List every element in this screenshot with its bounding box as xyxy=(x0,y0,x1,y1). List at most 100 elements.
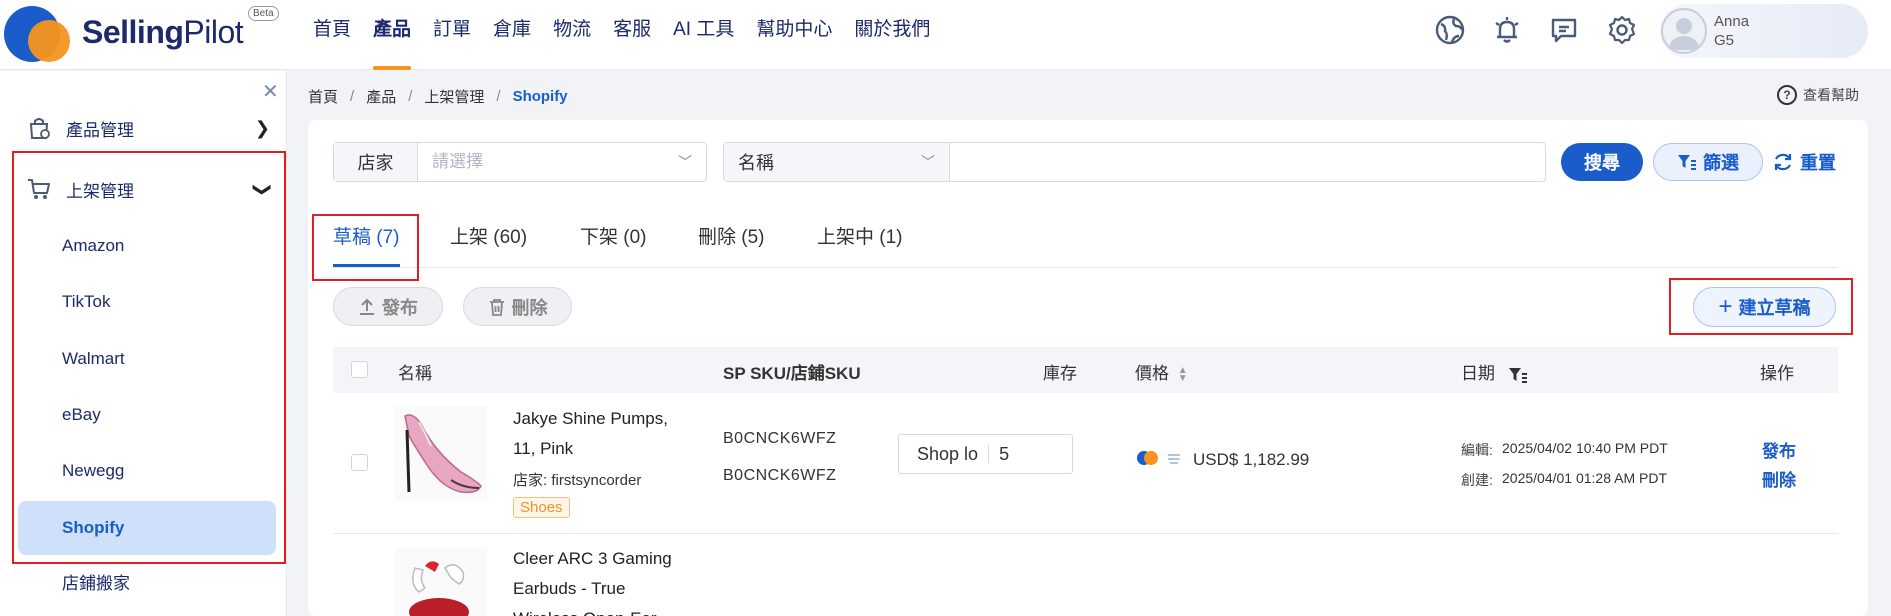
name-field-select[interactable]: 名稱 ﹀ xyxy=(724,143,950,181)
trash-icon xyxy=(489,298,504,316)
tab-deleted[interactable]: 刪除 (5) xyxy=(698,222,765,249)
filter-label: 篩選 xyxy=(1703,153,1739,173)
sp-sku: B0CNCK6WFZ xyxy=(723,430,837,447)
nav-warehouse[interactable]: 倉庫 xyxy=(482,0,542,70)
bell-icon[interactable] xyxy=(1491,14,1523,46)
product-title-line: Cleer ARC 3 Gaming xyxy=(513,549,672,568)
product-title-line: Jakye Shine Pumps, xyxy=(513,409,668,428)
store-select[interactable]: 店家 請選擇 ﹀ xyxy=(333,142,707,182)
search-button[interactable]: 搜尋 xyxy=(1561,143,1643,181)
chevron-down-icon: ﹀ xyxy=(921,154,935,170)
product-title[interactable]: Cleer ARC 3 Gaming Earbuds - True Wirele… xyxy=(513,544,672,616)
breadcrumb-separator: / xyxy=(496,88,501,105)
product-title-line: Wireless Open-Ear xyxy=(513,604,672,616)
user-name-text: Anna xyxy=(1714,13,1750,30)
question-icon: ? xyxy=(1777,85,1797,105)
product-title-line: 11, Pink xyxy=(513,439,574,458)
nav-logistics[interactable]: 物流 xyxy=(542,0,602,70)
status-tabs: 草稿 (7) 上架 (60) 下架 (0) 刪除 (5) 上架中 (1) xyxy=(333,208,1838,268)
product-price: USD$ 1,182.99 xyxy=(1193,450,1310,469)
beta-badge: Beta xyxy=(248,6,279,21)
created-date: 2025/04/01 01:28 AM PDT xyxy=(1502,470,1667,486)
breadcrumb-home[interactable]: 首頁 xyxy=(308,86,338,107)
price-history-icon[interactable] xyxy=(1166,451,1182,465)
product-title-line: Earbuds - True xyxy=(513,579,626,598)
chevron-right-icon: ❯ xyxy=(254,117,270,138)
store-sku: B0CNCK6WFZ xyxy=(723,467,837,484)
edited-date: 2025/04/02 10:40 PM PDT xyxy=(1502,440,1668,456)
sidebar-label: 產品管理 xyxy=(66,120,134,140)
tab-listing-in-progress[interactable]: 上架中 (1) xyxy=(817,222,903,249)
highlight-box-sidebar xyxy=(12,151,286,564)
logo-mark-accent xyxy=(28,20,70,62)
tab-delisted[interactable]: 下架 (0) xyxy=(580,222,647,249)
store-label: 店家 xyxy=(334,143,418,181)
breadcrumb: 首頁 / 產品 / 上架管理 / Shopify xyxy=(308,86,568,107)
stock-qty: 5 xyxy=(999,443,1010,464)
help-label: 查看幫助 xyxy=(1803,87,1859,103)
header-sku: SP SKU/店鋪SKU xyxy=(723,364,861,383)
logo-text: SellingPilot xyxy=(82,14,244,50)
header-price[interactable]: 價格 ▲ ▼ xyxy=(1135,359,1188,384)
store-placeholder: 請選擇 xyxy=(432,152,483,171)
product-store: 店家: firstsyncorder xyxy=(513,472,642,489)
header-ops: 操作 xyxy=(1760,364,1794,383)
nav-customer-service[interactable]: 客服 xyxy=(602,0,662,70)
row-checkbox[interactable] xyxy=(351,454,368,471)
top-header: SellingPilot Beta 首頁 產品 訂單 倉庫 物流 客服 AI 工… xyxy=(0,0,1891,70)
price-label: 價格 xyxy=(1135,364,1169,383)
sort-icon[interactable]: ▲ ▼ xyxy=(1178,365,1188,383)
highlight-box-create-draft xyxy=(1669,278,1853,335)
sellingpilot-logo[interactable]: SellingPilot Beta xyxy=(4,6,280,66)
row-delete-link[interactable]: 刪除 xyxy=(1762,466,1796,491)
row-publish-link[interactable]: 發布 xyxy=(1762,437,1796,462)
breadcrumb-separator: / xyxy=(350,88,355,105)
publish-label: 發布 xyxy=(382,297,418,318)
filter-button[interactable]: 篩選 xyxy=(1653,143,1763,181)
main-nav: 首頁 產品 訂單 倉庫 物流 客服 AI 工具 幫助中心 關於我們 xyxy=(302,0,941,70)
sidebar-item-store-migration[interactable]: 店鋪搬家 xyxy=(18,557,276,611)
publish-button[interactable]: 發布 xyxy=(333,287,443,326)
delete-label: 刪除 xyxy=(511,297,548,318)
user-icon xyxy=(1668,18,1700,50)
stock-location: Shop lo xyxy=(899,445,990,463)
category-tag: Shoes xyxy=(513,497,570,518)
edited-label: 編輯: xyxy=(1461,442,1493,458)
breadcrumb-products[interactable]: 產品 xyxy=(366,86,396,107)
currency-coins-icon xyxy=(1137,451,1158,465)
chat-icon[interactable] xyxy=(1548,14,1580,46)
nav-about-us[interactable]: 關於我們 xyxy=(843,0,941,70)
product-image-earbuds[interactable] xyxy=(395,548,487,616)
nav-orders[interactable]: 訂單 xyxy=(422,0,482,70)
name-field-label: 名稱 xyxy=(738,153,774,173)
header-date: 日期 xyxy=(1461,359,1528,384)
globe-icon[interactable] xyxy=(1434,14,1466,46)
created-label: 創建: xyxy=(1461,472,1493,488)
delete-button[interactable]: 刪除 xyxy=(463,287,572,326)
gear-icon[interactable] xyxy=(1606,14,1638,46)
nav-products[interactable]: 產品 xyxy=(362,0,422,70)
avatar[interactable] xyxy=(1661,8,1707,54)
select-all-checkbox[interactable] xyxy=(351,361,368,378)
help-link[interactable]: ? 查看幫助 xyxy=(1777,85,1859,105)
date-label: 日期 xyxy=(1461,364,1495,383)
nav-ai-tools[interactable]: AI 工具 xyxy=(662,0,745,70)
name-search-input[interactable] xyxy=(950,143,1545,181)
nav-home[interactable]: 首頁 xyxy=(302,0,362,70)
close-icon[interactable]: ✕ xyxy=(262,79,279,104)
sidebar-item-product-management[interactable]: 產品管理 ❯ xyxy=(18,108,280,148)
table-header: 名稱 SP SKU/店鋪SKU 庫存 價格 ▲ ▼ 日期 操作 xyxy=(333,347,1838,393)
chevron-down-icon: ﹀ xyxy=(678,154,692,170)
stock-field[interactable]: Shop lo 5 xyxy=(898,434,1073,474)
tab-listed[interactable]: 上架 (60) xyxy=(450,222,527,249)
nav-help-center[interactable]: 幫助中心 xyxy=(745,0,843,70)
product-image-pink-pumps[interactable] xyxy=(395,406,487,501)
product-bag-icon xyxy=(29,118,50,139)
user-name: Anna G5 xyxy=(1714,12,1749,50)
header-stock: 庫存 xyxy=(1043,364,1077,383)
product-title[interactable]: Jakye Shine Pumps, 11, Pink xyxy=(513,404,668,464)
upload-icon xyxy=(360,298,374,315)
reset-button[interactable]: 重置 xyxy=(1772,143,1836,181)
filter-icon[interactable] xyxy=(1508,366,1528,384)
breadcrumb-listing[interactable]: 上架管理 xyxy=(424,86,484,107)
